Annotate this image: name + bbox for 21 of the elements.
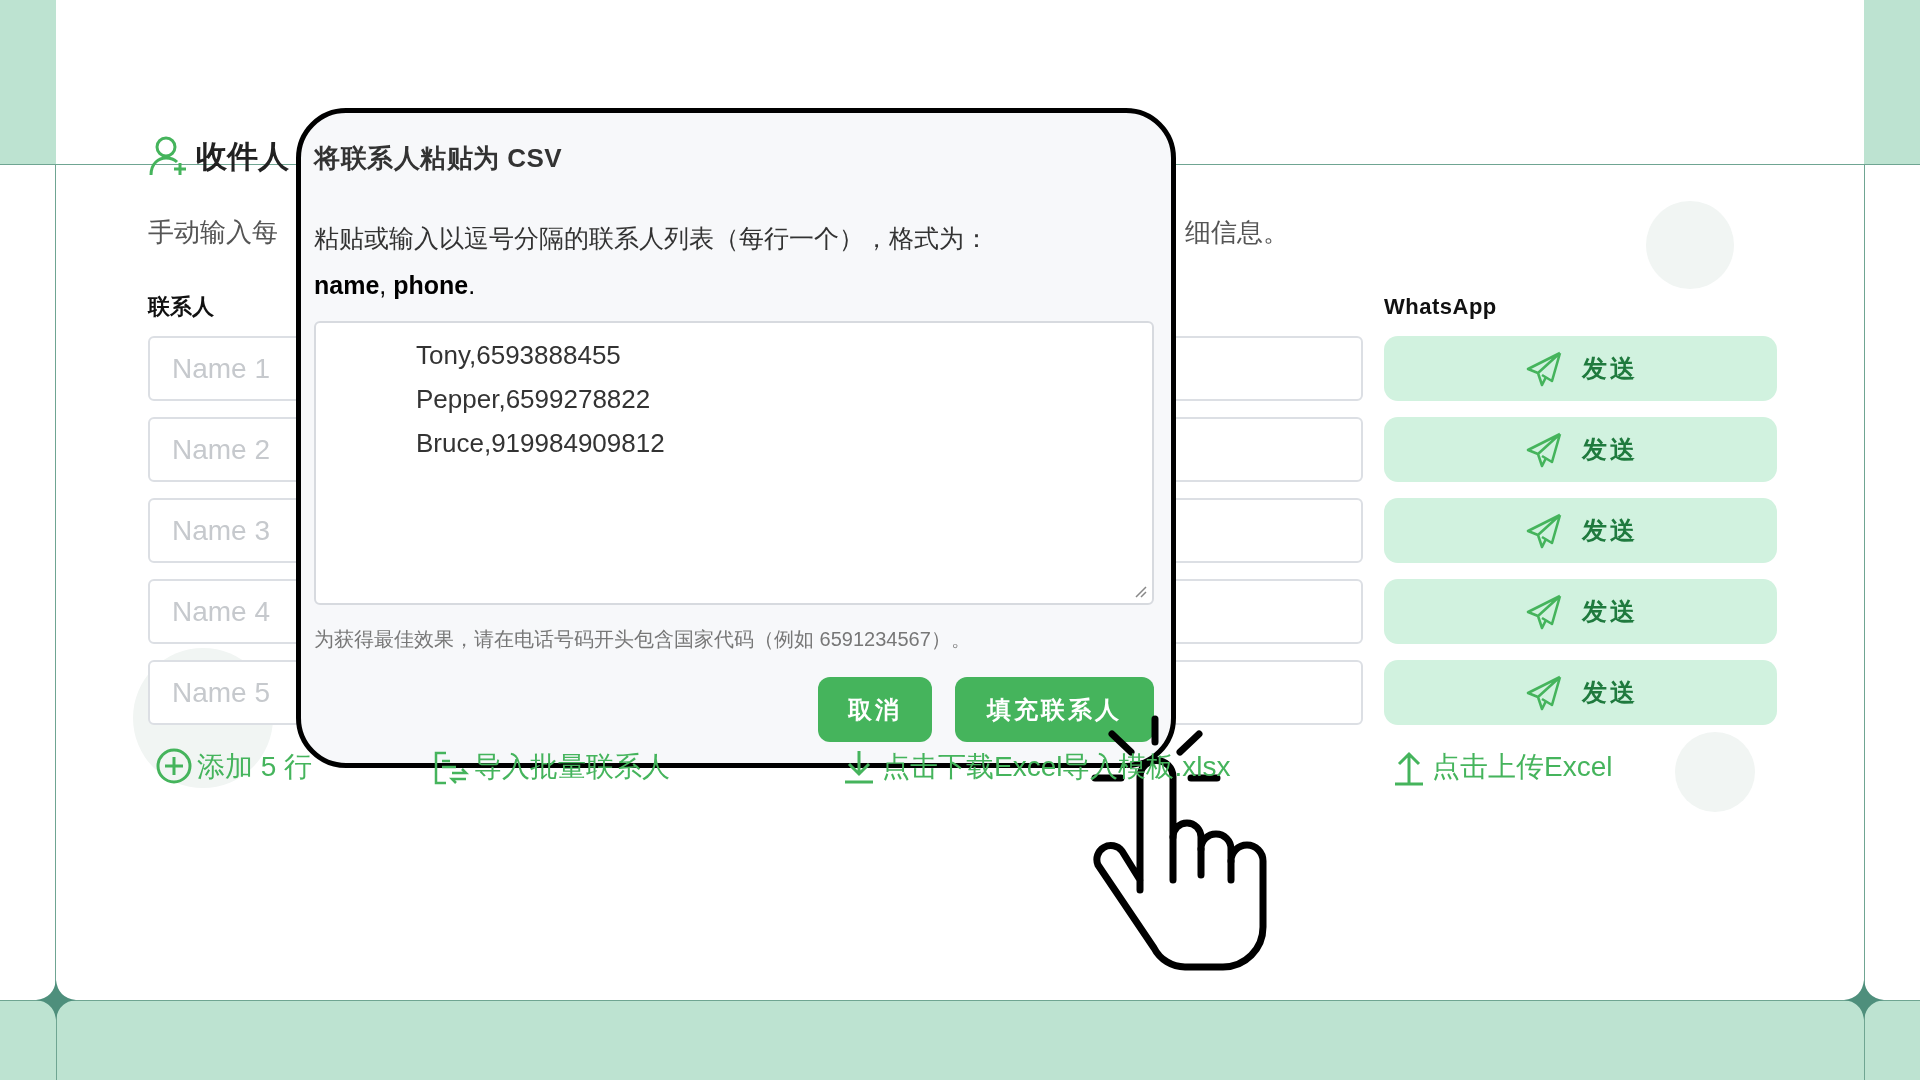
instruction-text: 粘贴或输入以逗号分隔的联系人列表（每行一个），格式为：: [314, 223, 990, 254]
format-text: name, phone.: [314, 270, 477, 301]
sparkle-star-icon: [36, 980, 76, 1020]
cancel-button[interactable]: 取消: [818, 677, 932, 742]
hint-text: 为获得最佳效果，请在电话号码开头包含国家代码（例如 6591234567）。: [314, 627, 972, 652]
description-text: 手动输入每: [148, 216, 278, 249]
send-button[interactable]: 发送: [1384, 579, 1777, 644]
column-label: 联系人: [148, 293, 214, 321]
column-label: WhatsApp: [1384, 293, 1497, 321]
send-button[interactable]: 发送: [1384, 498, 1777, 563]
link[interactable]: 添加 5 行: [155, 747, 313, 787]
resize-handle-icon[interactable]: [1134, 585, 1148, 599]
fill-contacts-button[interactable]: 填充联系人: [955, 677, 1154, 742]
send-button[interactable]: 发送: [1384, 336, 1777, 401]
link[interactable]: 点击上传Excel: [1390, 747, 1613, 787]
description-text: 细信息。: [1185, 216, 1289, 249]
send-button[interactable]: 发送: [1384, 660, 1777, 725]
csv-textarea[interactable]: Tony,6593888455 Pepper,6599278822 Bruce,919984909812: [314, 321, 1154, 605]
dialog-title: 将联系人粘贴为 CSV: [314, 142, 564, 175]
send-button[interactable]: 发送: [1384, 417, 1777, 482]
sparkle-star-icon: [1844, 980, 1884, 1020]
